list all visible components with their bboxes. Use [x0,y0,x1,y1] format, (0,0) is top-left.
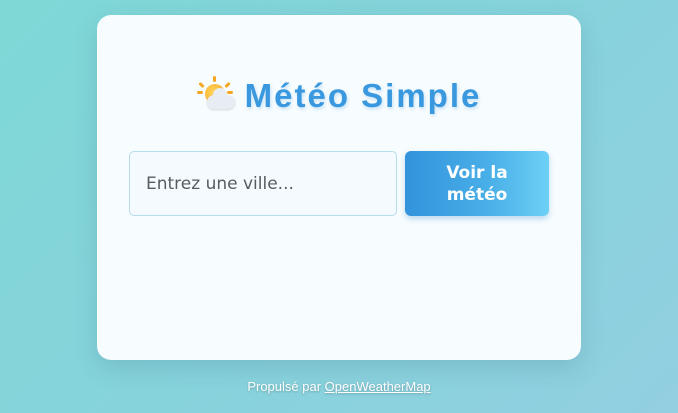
footer: Propulsé par OpenWeatherMap [0,379,678,394]
openweathermap-link[interactable]: OpenWeatherMap [325,379,431,394]
view-weather-button[interactable]: Voir la météo [405,151,549,216]
weather-card: Météo Simple Voir la météo [97,15,581,360]
city-search-input[interactable] [129,151,397,216]
footer-prefix: Propulsé par [247,379,322,394]
app-title: Météo Simple [244,77,482,114]
title-row: Météo Simple [97,76,581,115]
sun-behind-cloud-icon [196,76,235,115]
